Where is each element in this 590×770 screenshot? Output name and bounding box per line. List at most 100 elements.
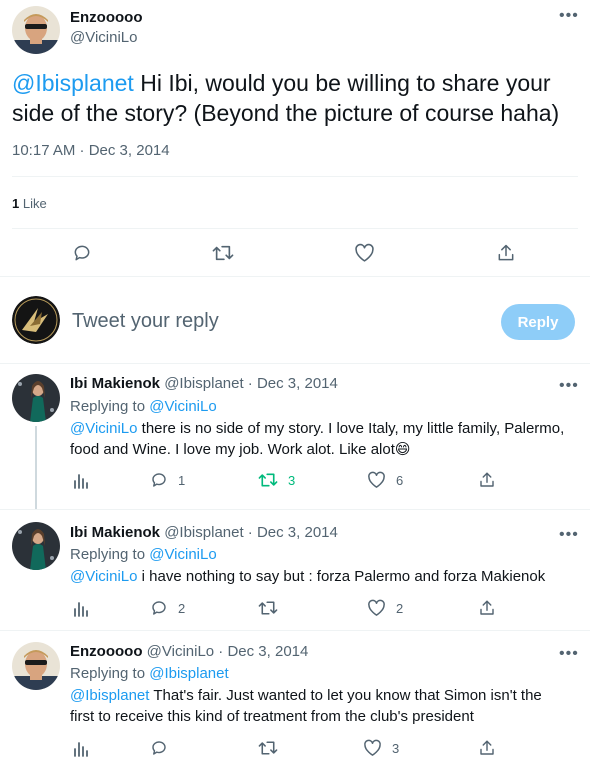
- replying-to: Replying to @ViciniLo: [70, 544, 217, 565]
- reply-submit-button[interactable]: Reply: [501, 304, 575, 340]
- likes-stat[interactable]: 1 Like: [12, 196, 47, 211]
- reply-button[interactable]: 1: [150, 471, 185, 489]
- share-button[interactable]: [478, 599, 496, 617]
- tweet-timestamp[interactable]: 10:17 AM · Dec 3, 2014: [12, 142, 170, 159]
- author-name[interactable]: Ibi Makienok: [70, 375, 160, 392]
- avatar[interactable]: [12, 374, 60, 422]
- author-handle[interactable]: @ViciniLo: [70, 29, 138, 46]
- reply-count: 2: [178, 600, 186, 616]
- reply-button[interactable]: [72, 243, 92, 263]
- reply-text: @Ibisplanet That's fair. Just wanted to …: [70, 685, 580, 727]
- reply-button[interactable]: 2: [150, 599, 185, 617]
- replying-to-prefix: Replying to: [70, 398, 150, 415]
- author-handle-date[interactable]: @Ibisplanet · Dec 3, 2014: [160, 524, 338, 541]
- replying-to-link[interactable]: @Ibisplanet: [149, 665, 228, 682]
- reply-text: @ViciniLo i have nothing to say but : fo…: [70, 566, 580, 587]
- retweet-button[interactable]: 3: [258, 471, 295, 489]
- analytics-button[interactable]: [72, 472, 90, 490]
- like-count: 6: [396, 472, 404, 488]
- reply-count: 1: [178, 472, 186, 488]
- author-name[interactable]: Enzooooo: [70, 643, 142, 660]
- share-icon: [480, 740, 494, 755]
- reply-text-line: That's fair. Just wanted to let you know…: [149, 687, 542, 704]
- reply-icon: [152, 473, 166, 487]
- reply-header: Enzooooo @ViciniLo · Dec 3, 2014: [70, 641, 308, 662]
- divider: [12, 228, 578, 229]
- like-icon: [364, 739, 381, 756]
- reply-button[interactable]: [150, 739, 178, 757]
- share-button[interactable]: [496, 243, 516, 263]
- more-icon[interactable]: •••: [559, 527, 579, 543]
- retweet-count: 3: [288, 472, 296, 488]
- share-icon: [498, 244, 514, 261]
- author-handle-date[interactable]: @Ibisplanet · Dec 3, 2014: [160, 375, 338, 392]
- retweet-button[interactable]: [212, 243, 234, 263]
- share-icon: [480, 600, 494, 615]
- reply-input[interactable]: Tweet your reply: [72, 310, 472, 333]
- retweet-button[interactable]: [258, 599, 288, 617]
- mention-link[interactable]: @ViciniLo: [70, 568, 138, 585]
- like-button[interactable]: 6: [367, 471, 403, 489]
- more-icon[interactable]: •••: [559, 378, 579, 394]
- reply-icon: [74, 245, 90, 261]
- like-button[interactable]: 3: [363, 739, 399, 757]
- analytics-icon: [74, 742, 88, 757]
- like-button[interactable]: 2: [367, 599, 403, 617]
- tweet-text: @Ibisplanet Hi Ibi, would you be willing…: [12, 68, 587, 128]
- author-name[interactable]: Ibi Makienok: [70, 524, 160, 541]
- replying-to: Replying to @Ibisplanet: [70, 663, 229, 684]
- analytics-button[interactable]: [72, 600, 90, 618]
- more-icon[interactable]: •••: [559, 646, 579, 662]
- reply-text: @ViciniLo there is no side of my story. …: [70, 418, 580, 460]
- likes-label: Like: [19, 196, 47, 211]
- grinning-emoji: 😄: [394, 441, 411, 458]
- replying-to-prefix: Replying to: [70, 546, 150, 563]
- reply-header: Ibi Makienok @Ibisplanet · Dec 3, 2014: [70, 522, 338, 543]
- avatar[interactable]: [12, 6, 60, 54]
- avatar[interactable]: [12, 522, 60, 570]
- mention-link[interactable]: @Ibisplanet: [12, 70, 134, 96]
- replying-to-link[interactable]: @ViciniLo: [149, 546, 217, 563]
- divider: [0, 363, 590, 364]
- mention-link[interactable]: @Ibisplanet: [70, 687, 149, 704]
- replying-to: Replying to @ViciniLo: [70, 396, 217, 417]
- reply-icon: [152, 741, 166, 755]
- retweet-icon: [258, 473, 278, 487]
- like-count: 3: [392, 740, 400, 756]
- divider: [0, 276, 590, 277]
- analytics-button[interactable]: [72, 740, 90, 758]
- mention-link[interactable]: @ViciniLo: [70, 420, 138, 437]
- share-button[interactable]: [478, 471, 496, 489]
- reply-text-line: there is no side of my story. I love Ita…: [137, 420, 565, 437]
- share-button[interactable]: [478, 739, 496, 757]
- like-icon: [355, 243, 374, 262]
- reply-text-line: i have nothing to say but : forza Palerm…: [137, 568, 546, 585]
- avatar[interactable]: [12, 296, 60, 344]
- divider: [0, 630, 590, 631]
- analytics-icon: [74, 474, 88, 489]
- like-icon: [368, 471, 385, 488]
- reply-submit-label: Reply: [517, 313, 559, 331]
- like-count: 2: [396, 600, 404, 616]
- replying-to-prefix: Replying to: [70, 665, 150, 682]
- reply-header: Ibi Makienok @Ibisplanet · Dec 3, 2014: [70, 373, 338, 394]
- analytics-icon: [74, 602, 88, 617]
- author-handle-date[interactable]: @ViciniLo · Dec 3, 2014: [142, 643, 309, 660]
- divider: [0, 509, 590, 510]
- retweet-button[interactable]: [258, 739, 288, 757]
- reply-text-line: food and Wine. I love my job. Work alot.…: [70, 441, 395, 458]
- replying-to-link[interactable]: @ViciniLo: [149, 398, 217, 415]
- retweet-icon: [212, 245, 234, 261]
- divider: [12, 176, 578, 177]
- author-name[interactable]: Enzooooo: [70, 9, 142, 26]
- reply-icon: [152, 601, 166, 615]
- share-icon: [480, 472, 494, 487]
- like-button[interactable]: [354, 243, 375, 263]
- more-icon[interactable]: •••: [559, 8, 579, 24]
- like-icon: [368, 599, 385, 616]
- thread-line: [35, 426, 37, 510]
- avatar[interactable]: [12, 642, 60, 690]
- tweet-text-line: side of the story? (Beyond the picture o…: [12, 100, 560, 126]
- retweet-icon: [258, 601, 278, 615]
- reply-text-line: first to receive this kind of treatment …: [70, 708, 474, 725]
